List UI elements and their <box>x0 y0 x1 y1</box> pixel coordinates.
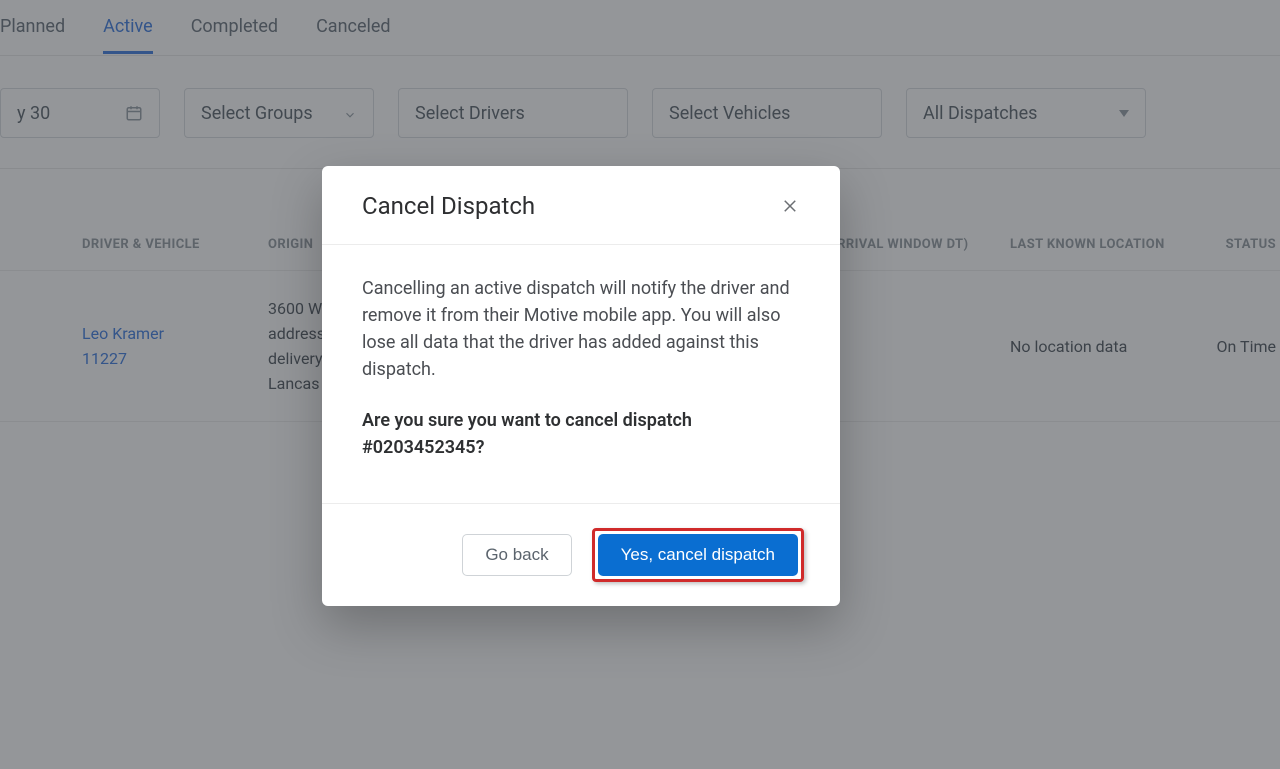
modal-header: Cancel Dispatch <box>322 166 840 245</box>
go-back-button[interactable]: Go back <box>462 534 571 576</box>
yes-cancel-dispatch-button[interactable]: Yes, cancel dispatch <box>598 534 798 576</box>
modal-confirm-question: Are you sure you want to cancel dispatch… <box>362 407 800 461</box>
modal-warning-text: Cancelling an active dispatch will notif… <box>362 275 800 383</box>
modal-footer: Go back Yes, cancel dispatch <box>322 503 840 606</box>
modal-body: Cancelling an active dispatch will notif… <box>322 245 840 503</box>
close-icon[interactable] <box>780 196 800 216</box>
cancel-dispatch-modal: Cancel Dispatch Cancelling an active dis… <box>322 166 840 606</box>
highlight-annotation: Yes, cancel dispatch <box>592 528 804 582</box>
modal-title: Cancel Dispatch <box>362 192 535 220</box>
